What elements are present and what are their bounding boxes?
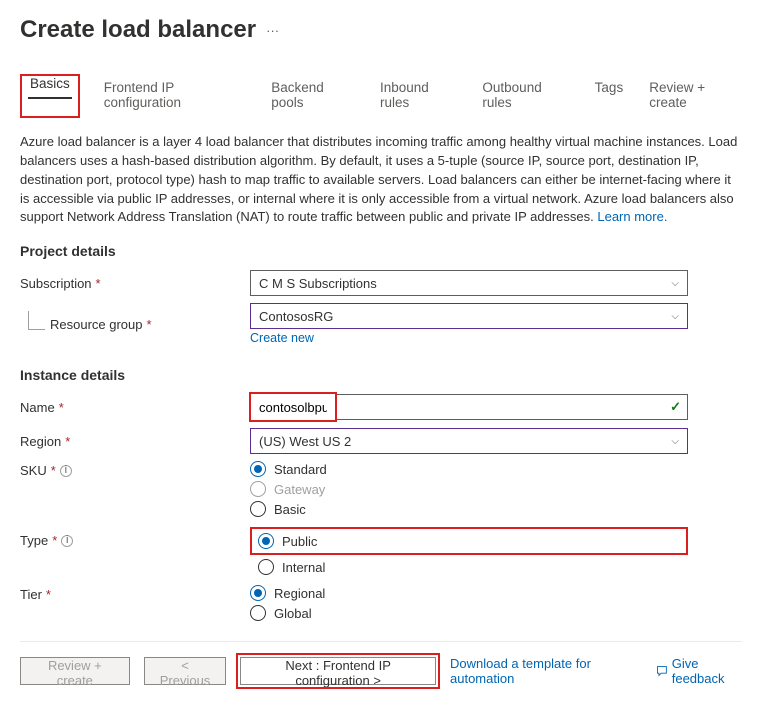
wizard-tabs: Basics Frontend IP configuration Backend… [20, 74, 742, 119]
highlight-type-public: Public [250, 527, 688, 555]
radio-icon [258, 533, 274, 549]
required-indicator: * [51, 463, 56, 478]
radio-label: Global [274, 606, 312, 621]
tab-frontend-ip[interactable]: Frontend IP configuration [102, 74, 247, 118]
review-create-button[interactable]: Review + create [20, 657, 130, 685]
give-feedback-label: Give feedback [672, 656, 742, 686]
page-title: Create load balancer [20, 16, 256, 44]
tier-radio-group: Regional Global [250, 585, 688, 621]
radio-icon [258, 559, 274, 575]
highlight-basics-tab: Basics [20, 74, 80, 118]
subscription-select[interactable]: C M S Subscriptions ⌵ [250, 270, 688, 296]
learn-more-link[interactable]: Learn more. [597, 209, 667, 224]
more-icon[interactable]: ··· [266, 23, 279, 38]
sku-radio-group: Standard Gateway Basic [250, 461, 688, 517]
resource-group-select[interactable]: ContososRG ⌵ [250, 303, 688, 329]
chevron-down-icon: ⌵ [671, 436, 679, 447]
section-instance-details: Instance details [20, 367, 742, 383]
tab-tags[interactable]: Tags [593, 74, 626, 118]
info-icon[interactable]: i [60, 465, 72, 477]
give-feedback-link[interactable]: Give feedback [656, 656, 742, 686]
previous-button[interactable]: < Previous [144, 657, 227, 685]
radio-label: Regional [274, 586, 325, 601]
resource-group-label: Resource group [50, 317, 143, 332]
subscription-label: Subscription [20, 276, 92, 291]
type-radio-group: Public Internal [250, 527, 688, 575]
radio-label: Gateway [274, 482, 325, 497]
radio-icon [250, 585, 266, 601]
section-project-details: Project details [20, 243, 742, 259]
chevron-down-icon: ⌵ [671, 311, 679, 322]
info-icon[interactable]: i [61, 535, 73, 547]
radio-label: Internal [282, 560, 325, 575]
download-template-link[interactable]: Download a template for automation [450, 656, 628, 686]
required-indicator: * [59, 400, 64, 415]
radio-icon [250, 501, 266, 517]
subscription-value: C M S Subscriptions [259, 276, 377, 291]
tier-radio-regional[interactable]: Regional [250, 585, 688, 601]
tab-description: Azure load balancer is a layer 4 load ba… [20, 133, 742, 227]
region-select[interactable]: (US) West US 2 ⌵ [250, 428, 688, 454]
tab-backend-pools[interactable]: Backend pools [269, 74, 356, 118]
required-indicator: * [96, 276, 101, 291]
sku-radio-standard[interactable]: Standard [250, 461, 688, 477]
required-indicator: * [52, 533, 57, 548]
radio-icon [250, 481, 266, 497]
tab-outbound-rules[interactable]: Outbound rules [480, 74, 570, 118]
sku-label: SKU [20, 463, 47, 478]
chevron-down-icon: ⌵ [671, 278, 679, 289]
radio-icon [250, 605, 266, 621]
feedback-icon [656, 664, 668, 678]
region-value: (US) West US 2 [259, 434, 351, 449]
type-radio-public[interactable]: Public [258, 533, 317, 549]
tab-inbound-rules[interactable]: Inbound rules [378, 74, 458, 118]
name-label: Name [20, 400, 55, 415]
tab-review-create[interactable]: Review + create [647, 74, 742, 118]
create-new-rg-link[interactable]: Create new [250, 331, 314, 345]
required-indicator: * [65, 434, 70, 449]
tier-label: Tier [20, 587, 42, 602]
type-radio-internal[interactable]: Internal [258, 559, 688, 575]
next-button[interactable]: Next : Frontend IP configuration > [240, 657, 436, 685]
tab-basics[interactable]: Basics [28, 70, 72, 99]
radio-label: Public [282, 534, 317, 549]
radio-label: Standard [274, 462, 327, 477]
type-label: Type [20, 533, 48, 548]
required-indicator: * [147, 317, 152, 332]
name-input-wrapper: ✓ [250, 394, 688, 420]
sku-radio-gateway: Gateway [250, 481, 688, 497]
highlight-name-value [249, 392, 337, 422]
radio-label: Basic [274, 502, 306, 517]
required-indicator: * [46, 587, 51, 602]
region-label: Region [20, 434, 61, 449]
name-input[interactable] [251, 394, 335, 420]
radio-icon [250, 461, 266, 477]
validation-check-icon: ✓ [670, 399, 681, 415]
resource-group-value: ContososRG [259, 309, 333, 324]
tier-radio-global[interactable]: Global [250, 605, 688, 621]
sku-radio-basic[interactable]: Basic [250, 501, 688, 517]
